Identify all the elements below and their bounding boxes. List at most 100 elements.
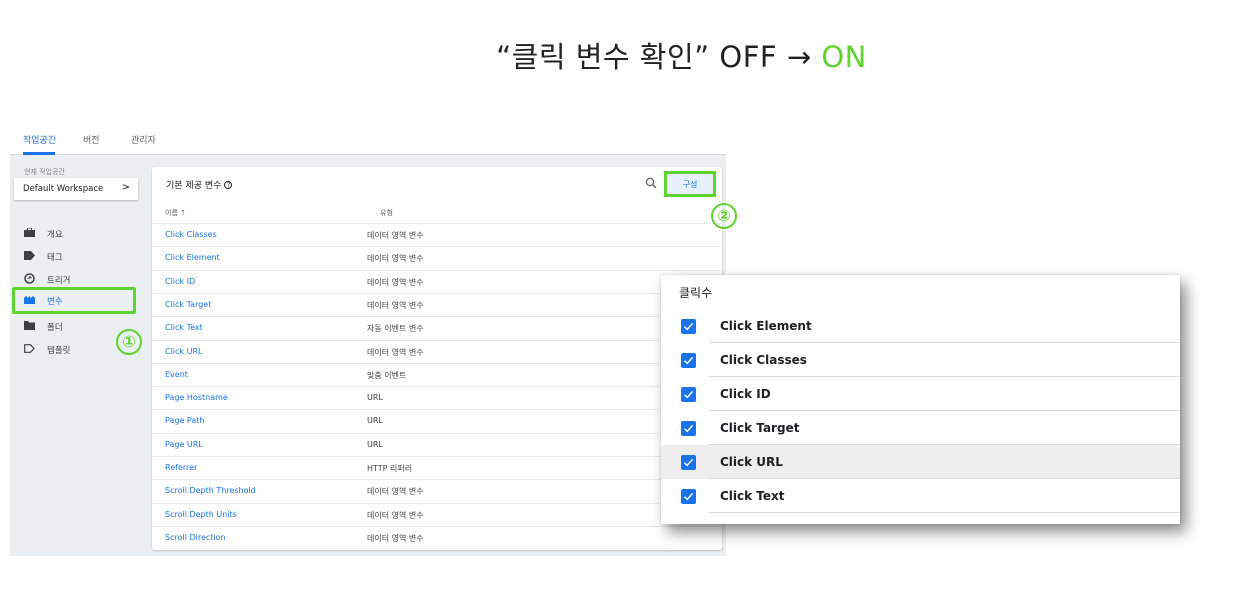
chevron-right-icon: > (121, 182, 130, 193)
checkbox[interactable] (681, 455, 696, 470)
variable-name-link[interactable]: Click Classes (165, 230, 217, 239)
table-row[interactable]: Page URL URL (152, 432, 722, 456)
variable-name-link[interactable]: Referrer (165, 463, 197, 472)
variable-name-link[interactable]: Page Path (165, 416, 204, 425)
top-navigation: 작업공간 버전 관리자 (10, 125, 726, 155)
help-icon[interactable]: ? (224, 181, 233, 189)
variable-type: 데이터 영역 변수 (367, 231, 424, 240)
variable-type: 데이터 영역 변수 (367, 487, 424, 497)
checkbox[interactable] (681, 489, 696, 504)
active-tab-indicator (23, 152, 55, 155)
table-row[interactable]: Event 맞춤 이벤트 (152, 362, 722, 386)
variable-type: URL (367, 439, 383, 449)
dialog-item[interactable]: Click Classes (661, 343, 1180, 377)
variable-name-link[interactable]: Click Text (165, 323, 203, 332)
variable-type: 데이터 영역 변수 (367, 533, 424, 543)
variables-highlight-box (12, 287, 136, 314)
workspace-selector[interactable]: Default Workspace > (14, 178, 138, 200)
click-variables-dialog: 클릭수 Click Element Click Classes Click ID Cl… (661, 275, 1180, 524)
variable-type: 데이터 영역 변수 (367, 300, 424, 310)
divider (709, 512, 1180, 513)
variable-type: URL (367, 393, 383, 403)
step-marker-2: ② (711, 203, 737, 229)
tag-icon (24, 251, 35, 260)
check-icon (684, 356, 694, 365)
variable-type: 데이터 영역 변수 (367, 347, 424, 357)
variable-type: URL (367, 416, 383, 426)
variable-name-link[interactable]: Scroll Depth Units (165, 510, 237, 519)
checkbox[interactable] (681, 319, 696, 334)
heading-prefix: “클릭 변수 확인” OFF → (496, 40, 822, 74)
configure-button[interactable]: 구성 (664, 171, 716, 197)
check-icon (684, 424, 694, 433)
table-row[interactable]: Click URL 데이터 영역 변수 (152, 339, 722, 363)
table-row[interactable]: Click Text 자동 이벤트 변수 (152, 316, 722, 339)
tab-admin[interactable]: 관리자 (131, 133, 156, 146)
table-row[interactable]: Click Classes 데이터 영역 변수 (152, 223, 722, 246)
variable-name-link[interactable]: Page Hostname (165, 393, 228, 402)
dialog-item-label: Click ID (720, 387, 771, 401)
variable-name-link[interactable]: Click ID (165, 277, 195, 286)
tab-workspace[interactable]: 작업공간 (23, 133, 56, 146)
sidebar-item-label: 폴더 (47, 323, 63, 333)
heading-highlight: ON (821, 40, 867, 74)
checkbox[interactable] (681, 387, 696, 402)
dialog-item[interactable]: Click ID (661, 377, 1180, 411)
dialog-item-label: Click URL (720, 455, 783, 469)
variable-type: HTTP 리퍼러 (367, 464, 413, 473)
configure-button-label: 구성 (682, 180, 698, 189)
variable-type: 자동 이벤트 변수 (367, 324, 424, 334)
checkbox[interactable] (681, 353, 696, 368)
builtin-variables-panel: 기본 제공 변수? 구성 이름 ↑ 유형 Click Classes 데이터 영역… (152, 167, 722, 550)
variable-type: 데이터 영역 변수 (367, 510, 424, 520)
briefcase-icon (24, 228, 35, 237)
variable-name-link[interactable]: Click Target (165, 300, 211, 309)
dialog-item[interactable]: Click URL (661, 445, 1180, 479)
sidebar-item-overview[interactable]: 개요 (10, 223, 140, 243)
table-row[interactable]: Scroll Direction 데이터 영역 변수 (152, 525, 722, 549)
check-icon (684, 322, 694, 331)
tab-versions[interactable]: 버전 (83, 133, 100, 146)
variable-name-link[interactable]: Scroll Depth Threshold (165, 486, 256, 495)
table-row[interactable]: Scroll Depth Units 데이터 영역 변수 (152, 502, 722, 526)
step-marker-1: ① (116, 329, 142, 355)
variable-name-link[interactable]: Page URL (165, 440, 203, 449)
column-header-type: 유형 (380, 209, 393, 217)
sidebar-item-label: 템플릿 (47, 346, 71, 356)
table-row[interactable]: Click ID 데이터 영역 변수 (152, 269, 722, 293)
variable-type: 데이터 영역 변수 (367, 277, 424, 287)
variable-name-link[interactable]: Event (165, 370, 188, 379)
table-row[interactable]: Page Path URL (152, 409, 722, 432)
panel-title: 기본 제공 변수? (166, 178, 233, 191)
variable-name-link[interactable]: Scroll Direction (165, 533, 226, 542)
sidebar-item-label: 트리거 (47, 276, 71, 286)
sidebar-item-triggers[interactable]: 트리거 (10, 269, 140, 289)
check-icon (684, 492, 694, 501)
sidebar-item-label: 개요 (47, 230, 63, 240)
table-row[interactable]: Page Hostname URL (152, 386, 722, 409)
table-row[interactable]: Click Element 데이터 영역 변수 (152, 246, 722, 269)
dialog-item[interactable]: Click Target (661, 411, 1180, 445)
folder-icon (24, 321, 35, 330)
workspace-name: Default Workspace (23, 184, 104, 194)
variable-name-link[interactable]: Click URL (165, 347, 202, 356)
table-row[interactable]: Click Target 데이터 영역 변수 (152, 292, 722, 316)
column-header-name[interactable]: 이름 ↑ (165, 208, 186, 218)
template-icon (24, 344, 35, 353)
check-icon (684, 458, 694, 467)
dialog-item[interactable]: Click Element (661, 309, 1180, 343)
sidebar-item-label: 태그 (47, 253, 63, 263)
dialog-item-label: Click Classes (720, 353, 807, 367)
trigger-icon (24, 273, 35, 284)
table-row[interactable]: Scroll Depth Threshold 데이터 영역 변수 (152, 479, 722, 502)
check-icon (684, 390, 694, 399)
variable-name-link[interactable]: Click Element (165, 253, 220, 262)
table-row[interactable]: Referrer HTTP 리퍼러 (152, 456, 722, 479)
checkbox[interactable] (681, 421, 696, 436)
dialog-title: 클릭수 (679, 286, 713, 300)
dialog-item[interactable]: Click Text (661, 479, 1180, 513)
search-icon[interactable] (645, 177, 657, 189)
variable-type: 맞춤 이벤트 (367, 370, 407, 380)
sidebar-item-tags[interactable]: 태그 (10, 246, 140, 266)
workspace-label: 현재 작업공간 (24, 168, 65, 176)
